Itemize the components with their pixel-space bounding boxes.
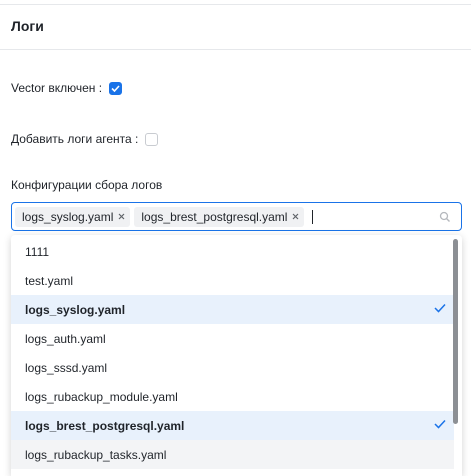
log-config-multiselect[interactable]: logs_syslog.yaml logs_brest_postgresql.y… <box>11 202 462 231</box>
option-label: test.yaml <box>25 273 74 288</box>
vector-enabled-row: Vector включен : <box>11 81 123 95</box>
option-label: 1111 <box>25 244 50 259</box>
panel-header: Логи <box>0 4 471 50</box>
option-label: logs_rubackup_module.yaml <box>25 389 178 404</box>
vector-enabled-checkbox[interactable] <box>109 81 123 95</box>
option-item[interactable]: 1111 <box>11 237 454 266</box>
dropdown-scrollbar[interactable] <box>453 239 458 424</box>
agent-logs-row: Добавить логи агента : <box>11 132 159 146</box>
option-item[interactable]: logs_syslog.yaml <box>11 295 454 324</box>
option-label: logs_auth.yaml <box>25 331 106 346</box>
tag-label: logs_brest_postgresql.yaml <box>141 209 288 224</box>
panel-title: Логи <box>11 18 44 34</box>
selected-tag: logs_brest_postgresql.yaml <box>134 206 305 227</box>
check-icon <box>111 84 120 92</box>
option-item[interactable]: logs_rubackup_tasks.yaml <box>11 440 454 469</box>
option-item[interactable]: test.yaml <box>11 266 454 295</box>
search-icon <box>439 211 450 222</box>
option-item[interactable]: logs_auth.yaml <box>11 324 454 353</box>
selected-tag: logs_syslog.yaml <box>15 206 131 227</box>
option-label: logs_brest_postgresql.yaml <box>25 418 185 433</box>
agent-logs-checkbox[interactable] <box>145 132 159 146</box>
option-label: logs_sssd.yaml <box>25 360 108 375</box>
check-icon <box>434 303 446 313</box>
option-item[interactable]: logs_rubackup_module.yaml <box>11 382 454 411</box>
log-config-dropdown: 1111 test.yaml logs_syslog.yaml logs_aut… <box>11 235 462 476</box>
tag-remove-icon[interactable] <box>292 213 299 220</box>
vector-enabled-label: Vector включен : <box>11 81 103 95</box>
agent-logs-label: Добавить логи агента : <box>11 132 139 146</box>
option-item[interactable]: logs_sssd.yaml <box>11 353 454 382</box>
tag-remove-icon[interactable] <box>118 213 125 220</box>
log-config-label: Конфигурации сбора логов <box>11 178 163 192</box>
option-list: 1111 test.yaml logs_syslog.yaml logs_aut… <box>11 235 462 469</box>
tag-label: logs_syslog.yaml <box>22 209 114 224</box>
check-icon <box>434 419 446 429</box>
text-cursor <box>312 209 314 224</box>
option-label: logs_rubackup_tasks.yaml <box>25 447 167 462</box>
option-label: logs_syslog.yaml <box>25 302 126 317</box>
option-item[interactable]: logs_brest_postgresql.yaml <box>11 411 454 440</box>
